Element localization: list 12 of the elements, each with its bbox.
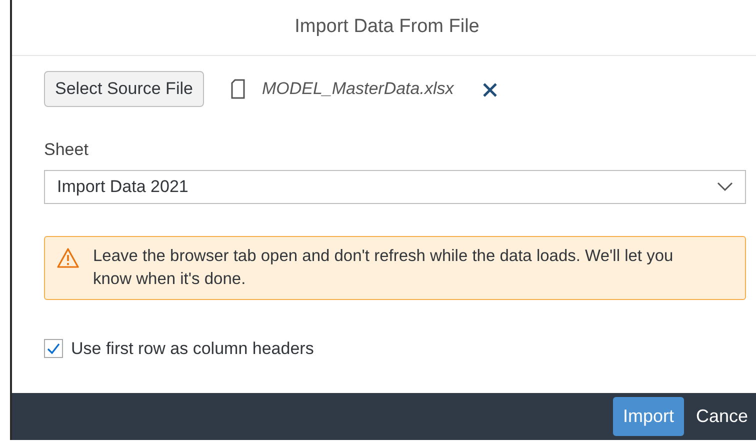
file-name: MODEL_MasterData.xlsx: [262, 78, 454, 100]
dialog-title: Import Data From File: [294, 15, 480, 40]
sheet-label: Sheet: [44, 138, 90, 160]
checkbox[interactable]: [44, 338, 63, 358]
warning-text: Leave the browser tab open and don't refresh while the data loads. We'll let you know when it's done.: [93, 246, 674, 290]
warning-icon: [57, 248, 79, 268]
cancel-button[interactable]: Cance: [696, 397, 748, 436]
checkbox-label: Use first row as column headers: [71, 338, 314, 360]
chevron-down-icon: [717, 182, 733, 192]
file-icon: [230, 78, 246, 99]
sheet-dropdown[interactable]: Import Data 2021: [44, 170, 746, 204]
select-source-file-button[interactable]: Select Source File: [44, 71, 204, 106]
